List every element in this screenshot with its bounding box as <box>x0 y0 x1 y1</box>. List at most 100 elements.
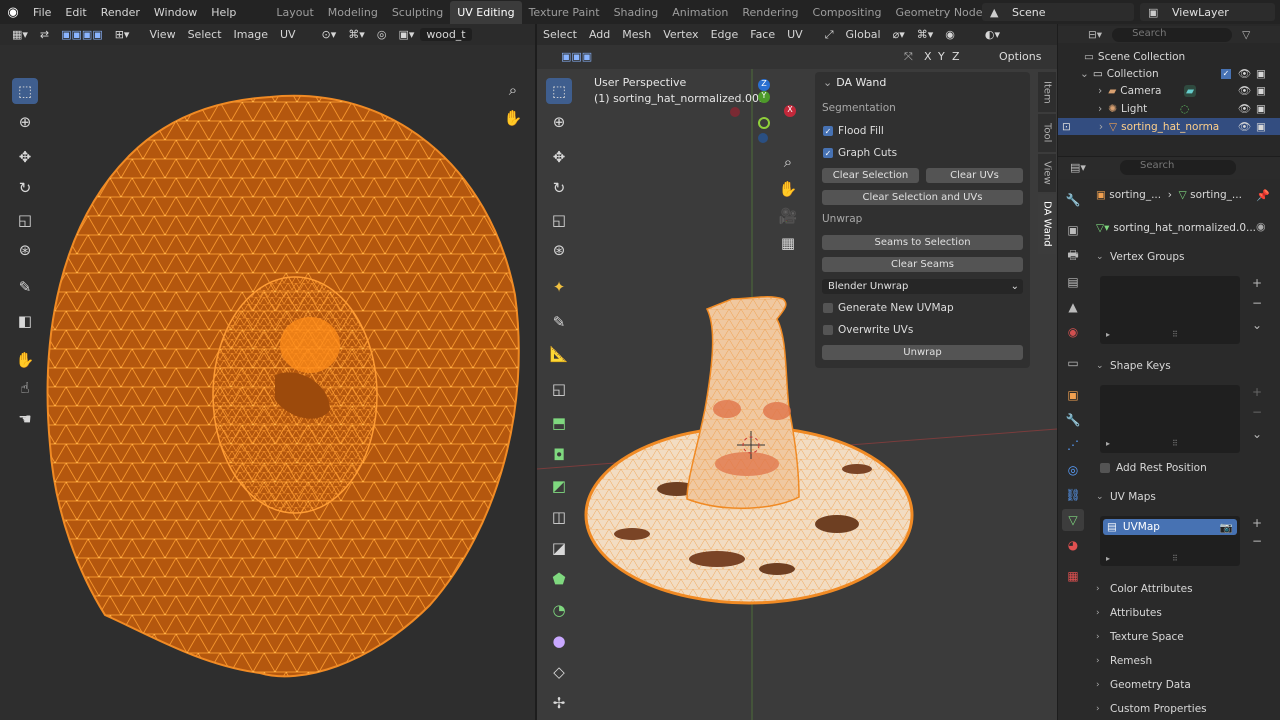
section-remesh[interactable]: › Remesh <box>1096 651 1272 671</box>
filter-icon[interactable]: ⊟▾ <box>1088 29 1102 41</box>
active-render-icon[interactable]: 📷 <box>1220 521 1233 534</box>
eye-icon[interactable]: 👁 <box>1238 84 1251 97</box>
scale-tool[interactable]: ◱ <box>546 207 572 233</box>
rip-tool[interactable]: ✢ <box>546 690 572 716</box>
viewport-mesh-menu[interactable]: Mesh <box>616 28 657 41</box>
menu-edit[interactable]: Edit <box>58 6 93 19</box>
image-browse-icon[interactable]: ▣▾ <box>392 28 420 41</box>
eye-icon[interactable]: 👁 <box>1238 67 1251 80</box>
uv-cursor-tool[interactable]: ⊕ <box>12 109 38 135</box>
add-rest-position-checkbox[interactable]: Add Rest Position <box>1100 458 1276 478</box>
gizmo-neg-x[interactable] <box>730 107 740 117</box>
mirror-z-toggle[interactable]: Z <box>952 50 960 63</box>
add-uvmap-button[interactable]: + <box>1250 516 1264 530</box>
camera-toggle-icon[interactable]: ▣ <box>1256 103 1266 115</box>
particles-tab-icon[interactable]: ⋰ <box>1062 434 1084 456</box>
uv-editor-canvas[interactable]: ⬚ ⊕ ✥ ↻ ◱ ⊛ ✎ ◧ ✋ ☝ ☚ ⌕ ✋ <box>0 45 535 720</box>
move-tool[interactable]: ✥ <box>546 144 572 170</box>
editor-type-icon[interactable]: ▦▾ <box>6 28 34 41</box>
uv-annotate-tool[interactable]: ✎ <box>12 274 38 300</box>
shape-key-menu-button[interactable]: ⌄ <box>1250 427 1264 441</box>
view-layer-tab-icon[interactable]: ▤ <box>1062 271 1084 293</box>
tab-da-wand[interactable]: DA Wand <box>1038 194 1056 254</box>
bevel-tool[interactable]: ◩ <box>546 473 572 499</box>
viewport-vertex-menu[interactable]: Vertex <box>657 28 704 41</box>
clear-selection-button[interactable]: Clear Selection <box>822 168 919 183</box>
tab-animation[interactable]: Animation <box>665 1 735 24</box>
uv-view-menu[interactable]: View <box>143 28 181 41</box>
viewport-zoom-icon[interactable]: ⌕ <box>775 149 801 175</box>
uv-image-menu[interactable]: Image <box>228 28 274 41</box>
uv-transform-tool[interactable]: ⊛ <box>12 237 38 263</box>
section-attributes[interactable]: › Attributes <box>1096 603 1272 623</box>
uv-maps-list[interactable]: ▤ UVMap 📷 ▸ ⠿ <box>1100 516 1240 566</box>
eye-icon[interactable]: 👁 <box>1238 120 1251 133</box>
tab-item[interactable]: Item <box>1038 72 1056 112</box>
uv-pinch-tool[interactable]: ☚ <box>12 406 38 432</box>
tab-rendering[interactable]: Rendering <box>735 1 805 24</box>
section-geometry-data[interactable]: › Geometry Data <box>1096 675 1272 695</box>
flood-fill-checkbox[interactable]: ✓ Flood Fill <box>823 125 884 137</box>
select-mode-icons[interactable]: ▣▣▣ <box>561 50 592 63</box>
menu-help[interactable]: Help <box>204 6 243 19</box>
mirror-x-toggle[interactable]: X <box>924 50 932 63</box>
camera-toggle-icon[interactable]: ▣ <box>1256 68 1266 80</box>
props-search[interactable]: Search <box>1120 160 1236 175</box>
smooth-tool[interactable]: ● <box>546 628 572 654</box>
section-color-attributes[interactable]: › Color Attributes <box>1096 579 1272 599</box>
gizmo-neg-z[interactable] <box>758 133 768 143</box>
uv-select-box-tool[interactable]: ⬚ <box>12 78 38 104</box>
generate-uvmap-checkbox[interactable]: Generate New UVMap <box>823 302 954 314</box>
orientation-dropdown[interactable]: Global <box>840 28 887 41</box>
sticky-select-icon[interactable]: ⊞▾ <box>109 28 136 41</box>
section-texture-space[interactable]: › Texture Space <box>1096 627 1272 647</box>
select-mode-icons[interactable]: ▣▣▣▣ <box>55 28 109 41</box>
object-tab-icon[interactable]: ▣ <box>1062 384 1084 406</box>
unwrap-method-dropdown[interactable]: Blender Unwrap ⌄ <box>822 279 1023 294</box>
clear-uvs-button[interactable]: Clear UVs <box>926 168 1023 183</box>
uv-move-tool[interactable]: ✥ <box>12 144 38 170</box>
outliner-item-light[interactable]: › ✺ Light ◌ 👁 ▣ <box>1058 100 1280 117</box>
options-dropdown[interactable]: Options <box>999 50 1041 63</box>
snap-icon[interactable]: ⌘▾ <box>911 28 940 41</box>
constraints-tab-icon[interactable]: ⛓ <box>1062 484 1084 506</box>
material-tab-icon[interactable]: ◕ <box>1062 534 1084 556</box>
measure-tool[interactable]: 📐 <box>546 341 572 367</box>
navigation-gizmo[interactable]: Z Y X <box>730 77 800 143</box>
scene-collection-row[interactable]: ▭ Scene Collection <box>1058 48 1280 65</box>
tab-shading[interactable]: Shading <box>607 1 666 24</box>
fake-user-icon[interactable]: ◉ <box>1256 220 1266 233</box>
scene-selector[interactable]: ▲ Scene <box>982 3 1134 21</box>
outliner-item-hat[interactable]: ⊡ › ▽ sorting_hat_norma 👁 ▣ <box>1058 118 1280 135</box>
proportional-icon[interactable]: ◎ <box>371 28 393 41</box>
tab-tool[interactable]: Tool <box>1038 114 1056 152</box>
filter-funnel-icon[interactable]: ▽ <box>1242 29 1250 41</box>
render-tab-icon[interactable]: ▣ <box>1062 219 1084 241</box>
eye-icon[interactable]: 👁 <box>1238 102 1251 115</box>
overlay-icon[interactable]: ◐▾ <box>979 28 1006 41</box>
viewport-select-menu[interactable]: Select <box>537 28 583 41</box>
uv-relax-tool[interactable]: ☝ <box>12 375 38 401</box>
camera-view-icon[interactable]: 🎥 <box>775 203 801 229</box>
expand-icon[interactable]: ▸ <box>1106 439 1110 448</box>
resize-handle-icon[interactable]: ⠿ <box>1172 554 1178 563</box>
sync-selection-icon[interactable]: ⇄ <box>34 28 55 41</box>
shape-keys-list[interactable]: ▸ ⠿ <box>1100 385 1240 453</box>
expand-icon[interactable]: ▸ <box>1106 330 1110 339</box>
gizmo-neg-y[interactable] <box>758 117 770 129</box>
uv-pan-icon[interactable]: ✋ <box>500 105 526 131</box>
unwrap-button[interactable]: Unwrap <box>822 345 1023 360</box>
viewport-face-menu[interactable]: Face <box>744 28 781 41</box>
vertex-groups-list[interactable]: ▸ ⠿ <box>1100 276 1240 344</box>
tab-texture-paint[interactable]: Texture Paint <box>522 1 607 24</box>
tab-geometry-nodes[interactable]: Geometry Nodes <box>888 1 995 24</box>
collection-row[interactable]: ⌄ ▭ Collection ✓ 👁 ▣ <box>1058 65 1280 82</box>
remove-vertex-group-button[interactable]: − <box>1250 296 1264 310</box>
expand-icon[interactable]: ▸ <box>1106 554 1110 563</box>
uv-maps-section[interactable]: ⌄ UV Maps <box>1096 487 1272 507</box>
physics-tab-icon[interactable]: ◎ <box>1062 459 1084 481</box>
uv-zoom-icon[interactable]: ⌕ <box>500 77 526 103</box>
vertex-group-menu-button[interactable]: ⌄ <box>1250 318 1264 332</box>
overwrite-uvs-checkbox[interactable]: Overwrite UVs <box>823 324 913 336</box>
uv-scale-tool[interactable]: ◱ <box>12 207 38 233</box>
